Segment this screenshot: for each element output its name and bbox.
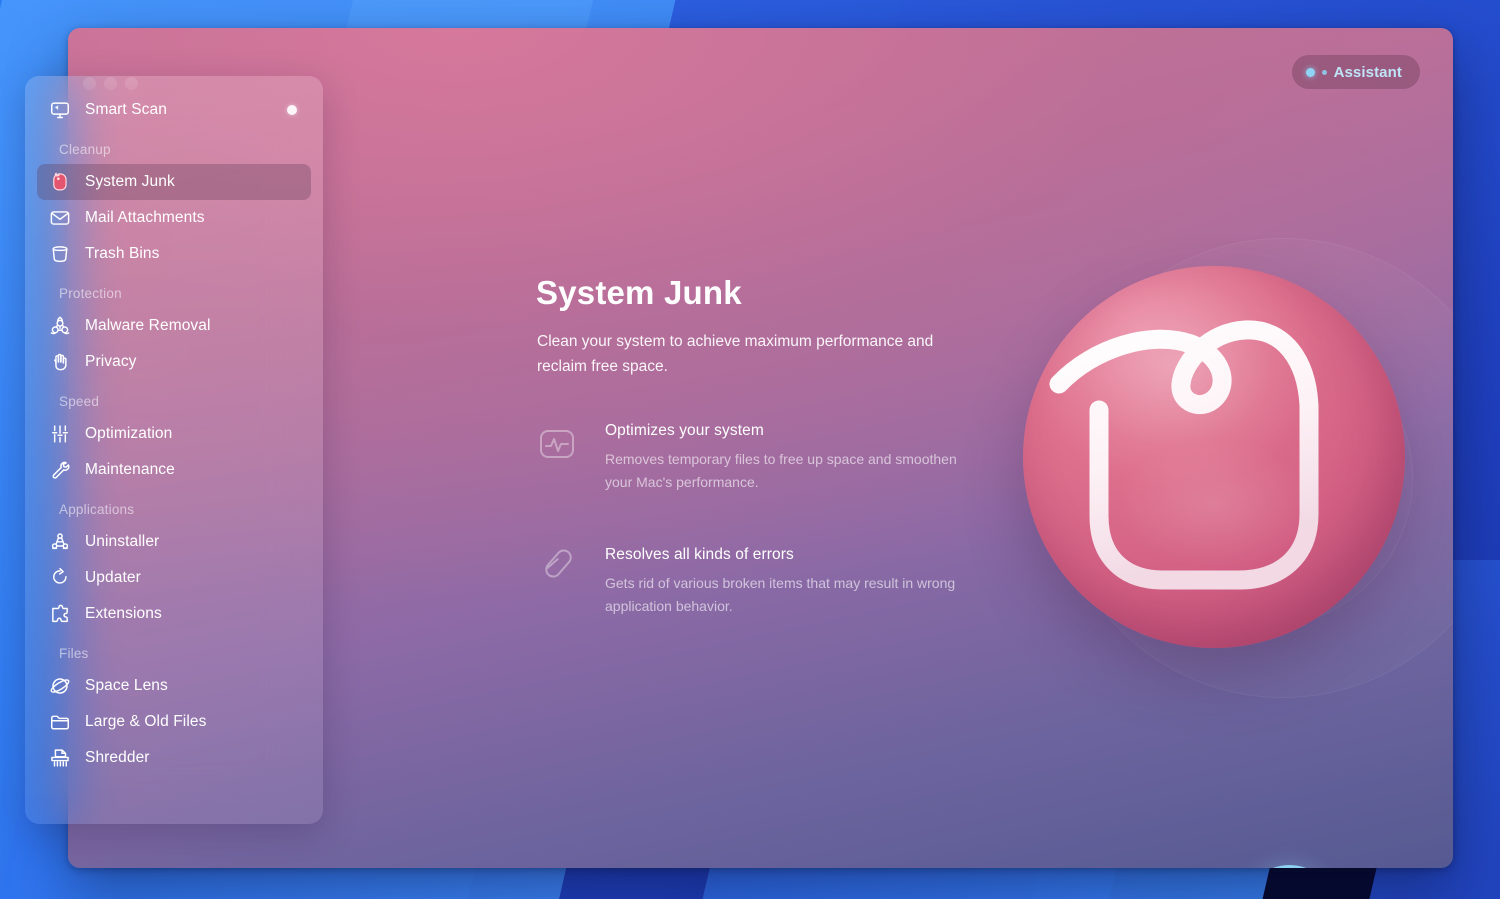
cleanmymac-logo	[1023, 266, 1405, 648]
feature-item: Resolves all kinds of errors Gets rid of…	[537, 546, 977, 618]
feature-description: Gets rid of various broken items that ma…	[605, 572, 977, 618]
system-junk-icon	[47, 171, 73, 193]
pulse-monitor-icon	[537, 424, 577, 464]
updater-icon	[47, 567, 73, 589]
scan-button[interactable]: Scan	[1242, 865, 1337, 868]
sidebar-item-label: Updater	[85, 569, 141, 587]
sidebar-item-space-lens[interactable]: Space Lens	[37, 668, 311, 704]
sidebar-item-label: Optimization	[85, 425, 172, 443]
feature-title: Optimizes your system	[605, 422, 977, 440]
sidebar-item-label: System Junk	[85, 173, 175, 191]
sliders-icon	[47, 423, 73, 445]
sidebar-item-maintenance[interactable]: Maintenance	[37, 452, 311, 488]
desktop-background: Assistant System Junk Clean your system …	[0, 0, 1500, 899]
logo-stroke-icon	[1023, 266, 1405, 648]
assistant-label: Assistant	[1334, 64, 1402, 81]
feature-description: Removes temporary files to free up space…	[605, 448, 977, 494]
hand-icon	[47, 351, 73, 373]
sidebar-item-large-old-files[interactable]: Large & Old Files	[37, 704, 311, 740]
feature-title: Resolves all kinds of errors	[605, 546, 977, 564]
wrench-icon	[47, 459, 73, 481]
sidebar-group-title: Speed	[59, 394, 323, 409]
sidebar-item-uninstaller[interactable]: Uninstaller	[37, 524, 311, 560]
sidebar-item-shredder[interactable]: Shredder	[37, 740, 311, 776]
sidebar-item-system-junk[interactable]: System Junk	[37, 164, 311, 200]
sidebar-item-privacy[interactable]: Privacy	[37, 344, 311, 380]
sidebar-item-label: Malware Removal	[85, 317, 211, 335]
uninstaller-icon	[47, 531, 73, 553]
puzzle-icon	[47, 603, 73, 625]
sidebar-group-title: Files	[59, 646, 323, 661]
sidebar-item-label: Extensions	[85, 605, 162, 623]
sidebar-item-trash-bins[interactable]: Trash Bins	[37, 236, 311, 272]
sidebar: Smart Scan Cleanup System Junk Mail Attachm…	[25, 76, 323, 824]
sidebar-item-label: Space Lens	[85, 677, 168, 695]
sidebar-item-label: Smart Scan	[85, 101, 167, 119]
sidebar-item-optimization[interactable]: Optimization	[37, 416, 311, 452]
trash-bins-icon	[47, 243, 73, 265]
sidebar-item-label: Maintenance	[85, 461, 175, 479]
sidebar-item-label: Trash Bins	[85, 245, 160, 263]
notification-badge	[287, 105, 297, 115]
sidebar-item-extensions[interactable]: Extensions	[37, 596, 311, 632]
sidebar-item-malware-removal[interactable]: Malware Removal	[37, 308, 311, 344]
folder-icon	[47, 711, 73, 733]
main-content: System Junk Clean your system to achieve…	[391, 84, 1453, 868]
shredder-icon	[47, 747, 73, 769]
page-title: System Junk	[536, 274, 742, 312]
sidebar-item-mail-attachments[interactable]: Mail Attachments	[37, 200, 311, 236]
sidebar-item-label: Uninstaller	[85, 533, 159, 551]
biohazard-icon	[47, 315, 73, 337]
sidebar-group-title: Protection	[59, 286, 323, 301]
sidebar-item-label: Mail Attachments	[85, 209, 205, 227]
sidebar-item-updater[interactable]: Updater	[37, 560, 311, 596]
page-subtitle: Clean your system to achieve maximum per…	[537, 330, 967, 379]
smart-scan-icon	[47, 99, 73, 121]
assistant-dot-large-icon	[1306, 68, 1315, 77]
space-lens-icon	[47, 675, 73, 697]
mail-attachments-icon	[47, 207, 73, 229]
sidebar-item-label: Shredder	[85, 749, 150, 767]
assistant-dot-small-icon	[1322, 70, 1327, 75]
sidebar-item-smart-scan[interactable]: Smart Scan	[37, 92, 311, 128]
sidebar-item-label: Large & Old Files	[85, 713, 206, 731]
sidebar-group-title: Applications	[59, 502, 323, 517]
sidebar-group-title: Cleanup	[59, 142, 323, 157]
feature-item: Optimizes your system Removes temporary …	[537, 422, 977, 494]
sidebar-item-label: Privacy	[85, 353, 137, 371]
pills-icon	[537, 548, 577, 588]
